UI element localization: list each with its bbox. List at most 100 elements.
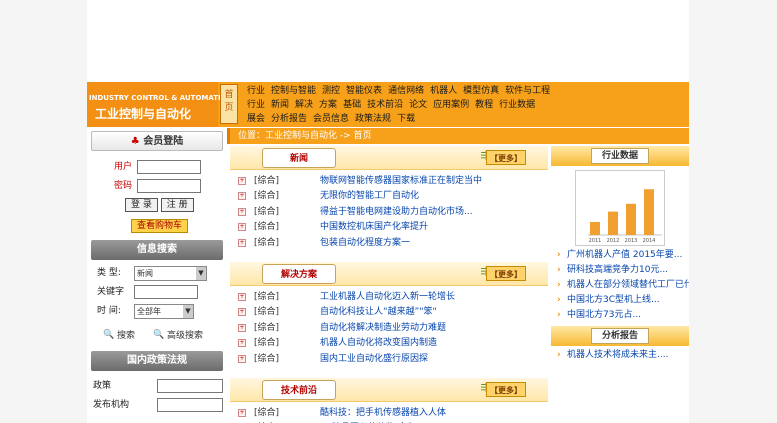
news-title-link[interactable]: 自动化将解决制造业劳动力难题 — [320, 321, 446, 336]
news-title-link[interactable]: 得益于智能电网建设助力自动化市场... — [320, 205, 473, 220]
news-category[interactable]: [综合] — [254, 321, 279, 336]
advanced-search-button[interactable]: 高级搜索 — [167, 327, 203, 346]
home-nav-icon[interactable]: 首页 — [220, 84, 238, 124]
list-item: + [综合] 无限你的智能工厂自动化 — [236, 189, 548, 204]
news-category[interactable]: [综合] — [254, 352, 279, 367]
type-select[interactable]: 新闻 ▼ — [134, 266, 207, 281]
more-button[interactable]: 【更多】 — [486, 150, 526, 165]
news-category[interactable]: [综合] — [254, 174, 279, 189]
keyword-input[interactable] — [134, 285, 198, 299]
time-label: 时 间: — [97, 306, 121, 316]
more-button[interactable]: 【更多】 — [486, 382, 526, 397]
nav-item[interactable]: 机器人 — [430, 86, 457, 96]
policy-input[interactable] — [157, 379, 223, 393]
report-news-list: 机器人技术将成未来主.... — [551, 346, 689, 363]
bullet-icon: + — [238, 177, 246, 185]
nav-item[interactable]: 下载 — [397, 114, 415, 124]
news-title-link[interactable]: 自动化科技让人“越来越”"笨" — [320, 305, 437, 320]
register-button[interactable]: 注 册 — [160, 198, 194, 212]
bullet-icon: + — [238, 223, 246, 232]
bullet-icon: + — [238, 308, 246, 317]
nav-item[interactable]: 软件与工程 — [505, 86, 550, 96]
username-label: 用户 — [114, 162, 133, 172]
nav-item[interactable]: 行业 — [247, 100, 265, 110]
industry-data-chart[interactable]: 2011 2012 2013 2014 — [575, 170, 665, 246]
nav-row-3: 展会 分析报告 会员信息 政策法规 下载 — [247, 112, 421, 126]
bullet-icon: + — [238, 238, 246, 247]
nav-item[interactable]: 方案 — [319, 100, 337, 110]
news-category[interactable]: [综合] — [254, 336, 279, 351]
nav-item[interactable]: 解决 — [295, 100, 313, 110]
chart-bar — [590, 222, 600, 235]
news-category[interactable]: [综合] — [254, 406, 279, 421]
nav-item[interactable]: 展会 — [247, 114, 265, 124]
nav-item[interactable]: 基础 — [343, 100, 361, 110]
news-title-link[interactable]: 酷科技：把手机传感器植入人体 — [320, 406, 446, 421]
news-category[interactable]: [综合] — [254, 236, 279, 251]
time-select[interactable]: 全部年 ▼ — [134, 304, 194, 319]
more-button[interactable]: 【更多】 — [486, 266, 526, 281]
news-title-link[interactable]: 无限你的智能工厂自动化 — [320, 189, 419, 204]
nav-item[interactable]: 新闻 — [271, 100, 289, 110]
publisher-input[interactable] — [157, 398, 223, 412]
section-title[interactable]: 解决方案 — [262, 264, 336, 284]
nav-item[interactable]: 智能仪表 — [346, 86, 382, 96]
news-category[interactable]: [综合] — [254, 205, 279, 220]
list-item[interactable]: 中国北方3C型机上线... — [557, 293, 689, 308]
list-item[interactable]: 广州机器人产值 2015年要... — [557, 248, 689, 263]
news-title-link[interactable]: 机器人自动化将改变国内制造 — [320, 336, 437, 351]
section-title[interactable]: 新闻 — [262, 148, 336, 168]
nav-item[interactable]: 教程 — [475, 100, 493, 110]
nav-item[interactable]: 行业 — [247, 86, 265, 96]
news-category[interactable]: [综合] — [254, 290, 279, 305]
news-title-link[interactable]: 国内工业自动化盛行原因探 — [320, 352, 428, 367]
site-logo[interactable]: INDUSTRY CONTROL & AUTOMATION 工业控制与自动化 — [87, 82, 232, 127]
view-cart-button[interactable]: 查看购物车 — [131, 219, 189, 233]
logo-english: INDUSTRY CONTROL & AUTOMATION — [89, 94, 233, 102]
news-section: 新闻 ⇶ 【更多】 + [综合] 物联网智能传感器国家标准正在制定当中 + [综合] 无限你的智… — [230, 146, 548, 262]
nav-item[interactable]: 论文 — [409, 100, 427, 110]
news-category[interactable]: [综合] — [254, 189, 279, 204]
list-item: + [综合] 工业机器人自动化迈入新一轮增长 — [236, 290, 548, 305]
password-input[interactable] — [137, 179, 201, 193]
login-button[interactable]: 登 录 — [125, 198, 158, 212]
section-header: 解决方案 ⇶ 【更多】 — [230, 262, 548, 286]
search-button[interactable]: 搜索 — [117, 327, 135, 346]
list-item[interactable]: 中国北方73元占... — [557, 308, 689, 323]
news-title-link[interactable]: 包装自动化程度方案一 — [320, 236, 410, 251]
password-label: 密码 — [114, 181, 133, 191]
news-list: + [综合] 工业机器人自动化迈入新一轮增长 + [综合] 自动化科技让人“越来越”"笨"… — [230, 286, 548, 367]
nav-row-1: 行业 控制与智能 测控 智能仪表 通信网络 机器人 模型仿真 软件与工程 — [247, 84, 556, 98]
bullet-icon: + — [238, 207, 246, 216]
nav-item[interactable]: 政策法规 — [355, 114, 391, 124]
list-item[interactable]: 研科技高端竞争力10元... — [557, 263, 689, 278]
nav-item[interactable]: 行业数据 — [499, 100, 535, 110]
bullet-icon: + — [238, 323, 246, 332]
policy-label: 政策 — [93, 381, 112, 391]
nav-item[interactable]: 通信网络 — [388, 86, 424, 96]
nav-item[interactable]: 会员信息 — [313, 114, 349, 124]
list-item: + [综合] 物联网智能传感器国家标准正在制定当中 — [236, 174, 548, 189]
nav-item[interactable]: 模型仿真 — [463, 86, 499, 96]
bullet-icon: + — [238, 354, 246, 363]
news-title-link[interactable]: 物联网智能传感器国家标准正在制定当中 — [320, 174, 482, 189]
username-input[interactable] — [137, 160, 201, 174]
nav-item[interactable]: 分析报告 — [271, 114, 307, 124]
list-item[interactable]: 机器人在部分领域替代工厂已代... — [557, 278, 689, 293]
news-category[interactable]: [综合] — [254, 220, 279, 235]
news-section: 技术前沿⇶【更多】+[综合]酷科技：把手机传感器植入人体+[综合]RS独具匠心的… — [230, 378, 548, 423]
news-title-link[interactable]: 工业机器人自动化迈入新一轮增长 — [320, 290, 455, 305]
chart-bar — [644, 189, 654, 235]
right-sidebar: 行业数据 2011 2012 2013 2014 广州机器人产值 2015年要...研… — [551, 146, 689, 423]
nav-item[interactable]: 应用案例 — [433, 100, 469, 110]
type-label: 类 型: — [97, 268, 121, 278]
bullet-icon: + — [238, 409, 246, 417]
news-title-link[interactable]: 中国数控机床国产化率提升 — [320, 220, 428, 235]
nav-item[interactable]: 技术前沿 — [367, 100, 403, 110]
nav-item[interactable]: 控制与智能 — [271, 86, 316, 96]
nav-item[interactable]: 测控 — [322, 86, 340, 96]
list-item[interactable]: 机器人技术将成未来主.... — [557, 348, 689, 363]
section-title[interactable]: 技术前沿 — [262, 380, 336, 400]
logo-chinese: 工业控制与自动化 — [95, 107, 192, 121]
news-category[interactable]: [综合] — [254, 305, 279, 320]
